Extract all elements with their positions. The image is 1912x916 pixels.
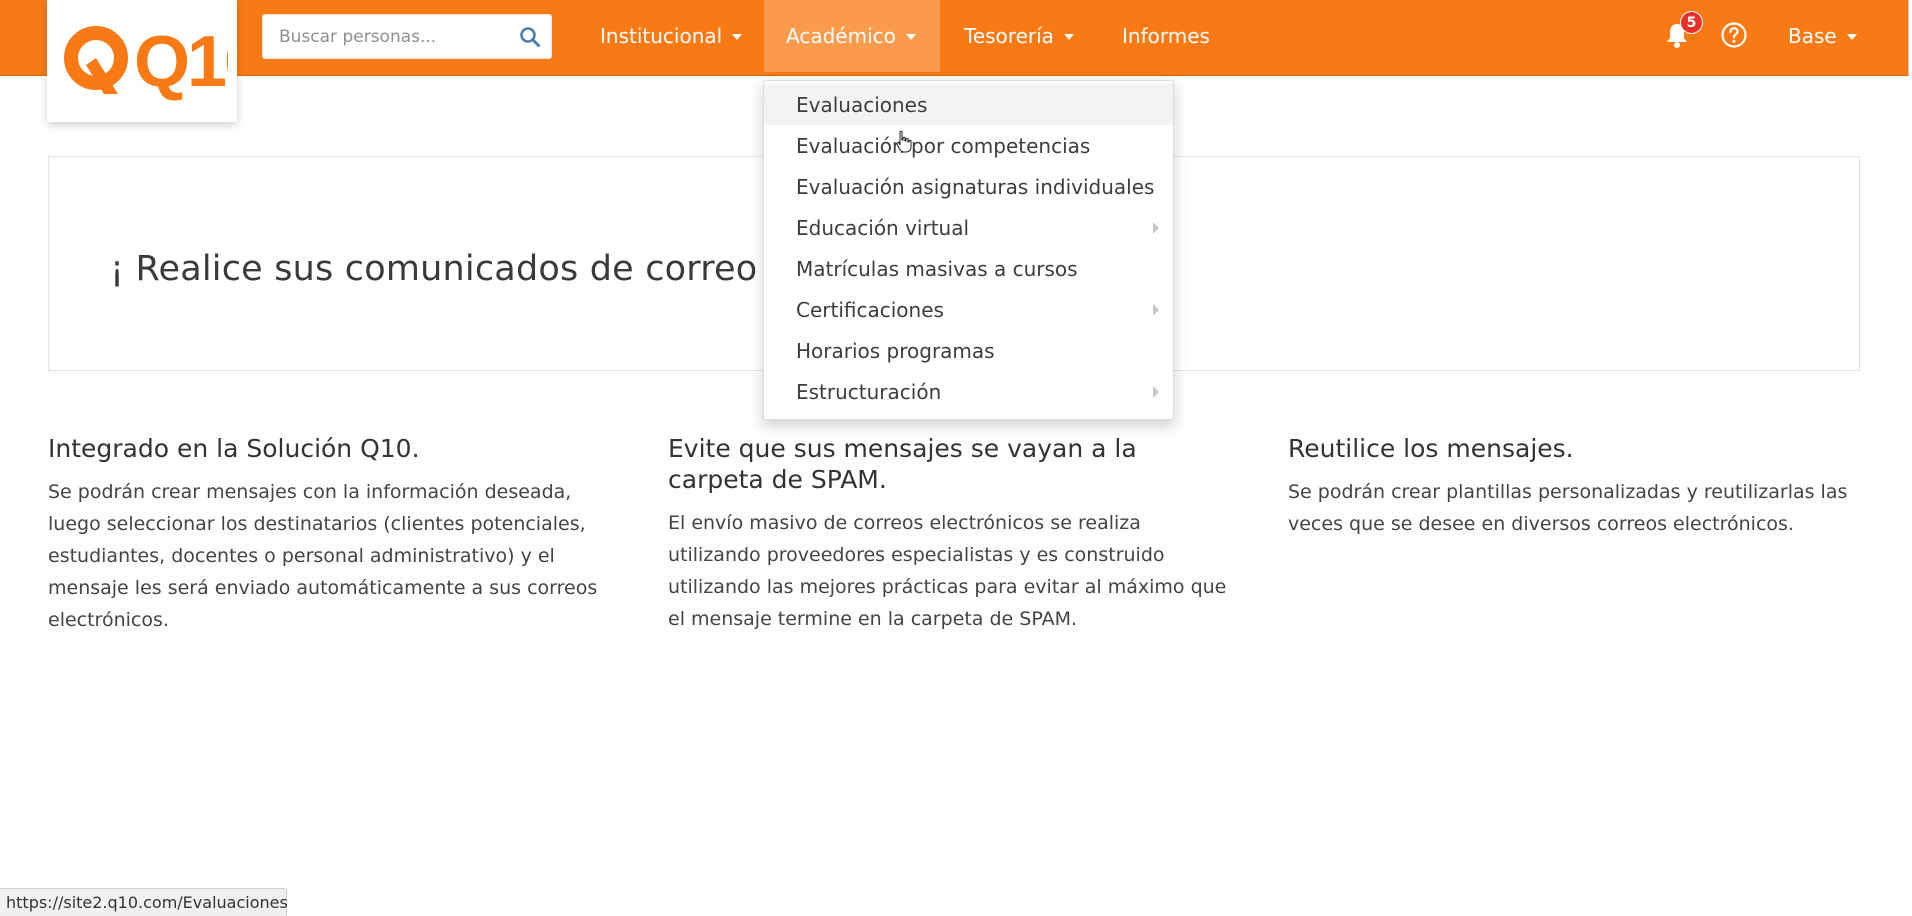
- nav-informes[interactable]: Informes: [1100, 0, 1232, 72]
- feature-integrated: Integrado en la Solución Q10. Se podrán …: [48, 433, 618, 636]
- menu-item-label: Evaluación asignaturas individuales: [796, 174, 1155, 199]
- menu-item-estructuracion[interactable]: Estructuración: [764, 371, 1173, 412]
- caret-down-icon: [905, 34, 916, 40]
- search-input[interactable]: [263, 15, 503, 58]
- top-navbar: Institucional Académico Tesorería Inform…: [0, 0, 1909, 76]
- help-circle-icon[interactable]: [1717, 18, 1751, 52]
- chevron-right-icon: [1153, 386, 1159, 398]
- menu-item-educacion-virtual[interactable]: Educación virtual: [764, 207, 1173, 248]
- menu-item-label: Evaluación por competencias: [796, 133, 1091, 158]
- menu-item-label: Horarios programas: [796, 338, 995, 363]
- menu-item-label: Educación virtual: [796, 215, 970, 240]
- menu-item-evaluacion-asignaturas[interactable]: Evaluación asignaturas individuales: [764, 166, 1173, 207]
- caret-down-icon: [732, 34, 743, 40]
- notification-badge: 5: [1680, 11, 1703, 34]
- q10-logo[interactable]: Q10: [47, 0, 237, 122]
- nav-tesoreria-label: Tesorería: [964, 24, 1054, 48]
- search-icon[interactable]: [519, 26, 541, 48]
- menu-item-label: Certificaciones: [796, 297, 944, 322]
- feature-title: Reutilice los mensajes.: [1288, 434, 1574, 463]
- caret-down-icon: [1846, 34, 1857, 40]
- nav-academico-label: Académico: [786, 24, 896, 48]
- chevron-right-icon: [1153, 222, 1159, 234]
- menu-item-certificaciones[interactable]: Certificaciones: [764, 289, 1173, 330]
- menu-item-label: Evaluaciones: [796, 92, 928, 117]
- menu-item-evaluaciones[interactable]: Evaluaciones: [764, 84, 1173, 125]
- menu-item-label: Matrículas masivas a cursos: [796, 256, 1078, 281]
- nav-academico[interactable]: Académico: [764, 0, 940, 72]
- nav-tesoreria[interactable]: Tesorería: [942, 0, 1096, 72]
- feature-spam: Evite que sus mensajes se vayan a la car…: [668, 433, 1238, 635]
- feature-text: Se podrán crear plantillas personalizada…: [1288, 481, 1848, 535]
- menu-item-label: Estructuración: [796, 379, 942, 404]
- caret-down-icon: [1063, 34, 1074, 40]
- feature-title: Integrado en la Solución Q10.: [48, 434, 420, 463]
- user-menu[interactable]: Base: [1766, 0, 1879, 72]
- menu-item-evaluacion-competencias[interactable]: Evaluación por competencias: [764, 125, 1173, 166]
- nav-informes-label: Informes: [1122, 24, 1210, 48]
- menu-item-matriculas-masivas[interactable]: Matrículas masivas a cursos: [764, 248, 1173, 289]
- feature-text: El envío masivo de correos electrónicos …: [668, 512, 1227, 630]
- search-box: [262, 14, 552, 59]
- user-menu-label: Base: [1788, 24, 1837, 48]
- menu-item-horarios-programas[interactable]: Horarios programas: [764, 330, 1173, 371]
- academico-dropdown-menu: Evaluaciones Evaluación por competencias…: [763, 80, 1174, 420]
- nav-institucional[interactable]: Institucional: [578, 0, 764, 72]
- hand-pointer-cursor-icon: [896, 130, 912, 153]
- feature-text: Se podrán crear mensajes con la informac…: [48, 481, 598, 631]
- q10-logo-mark: Q10: [64, 22, 228, 102]
- logo-text: Q10: [134, 22, 228, 102]
- feature-reuse: Reutilice los mensajes. Se podrán crear …: [1288, 433, 1858, 540]
- chevron-right-icon: [1153, 304, 1159, 316]
- browser-status-bar: https://site2.q10.com/Evaluaciones: [0, 888, 288, 916]
- nav-institucional-label: Institucional: [600, 24, 723, 48]
- feature-title: Evite que sus mensajes se vayan a la car…: [668, 434, 1137, 494]
